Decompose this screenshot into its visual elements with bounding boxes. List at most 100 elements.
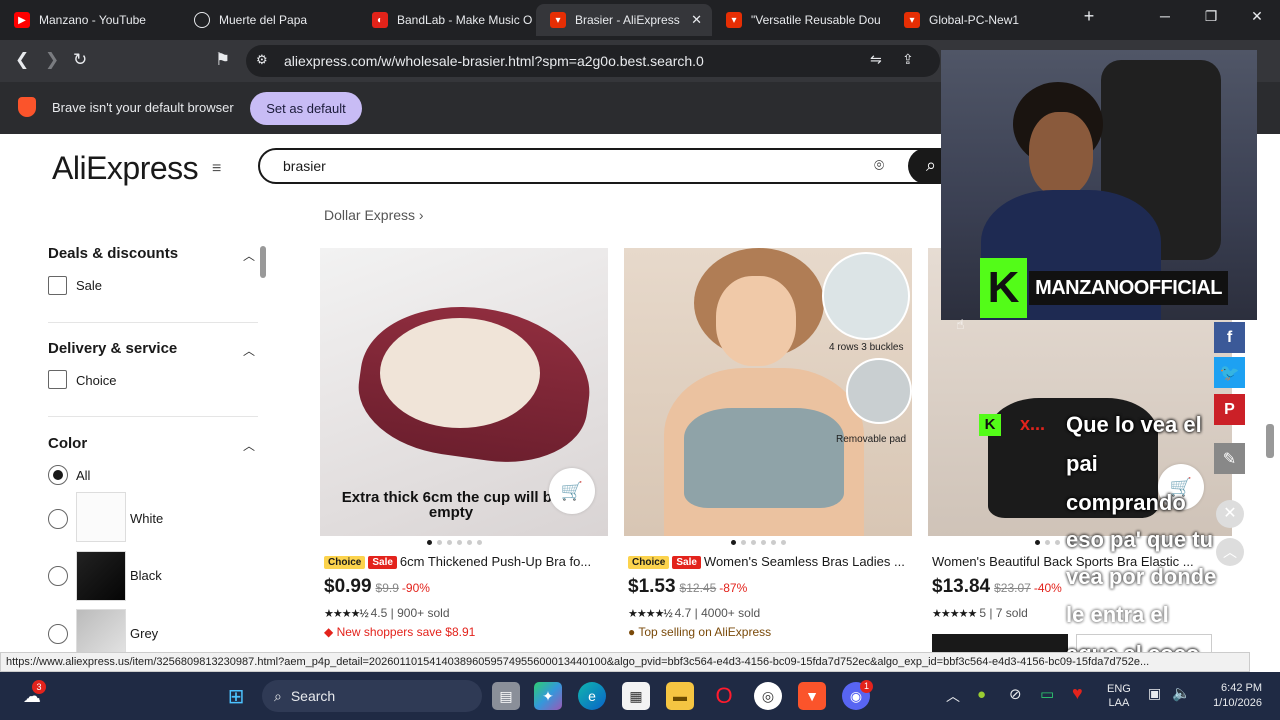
black-swatch[interactable] [76, 551, 126, 601]
color-white-radio[interactable] [48, 509, 68, 529]
grey-swatch[interactable] [76, 609, 126, 652]
chat-caption-line: vea por donde [1066, 564, 1217, 589]
volume-icon[interactable]: 🔈 [1172, 684, 1191, 702]
copilot-icon[interactable]: ✦ [534, 682, 562, 710]
file-explorer-widget-icon[interactable]: ▤ [492, 682, 520, 710]
tab-versatile-reusable[interactable]: ▾ "Versatile Reusable Dou [712, 4, 890, 36]
color-all-radio[interactable] [48, 465, 68, 485]
new-tab-icon[interactable]: + [1066, 6, 1112, 27]
menu-icon[interactable]: ≡ [212, 160, 221, 178]
twitter-icon[interactable]: 🐦 [1214, 357, 1245, 388]
sidebar-scrollbar[interactable] [260, 232, 268, 652]
add-to-cart-button[interactable] [932, 634, 1068, 652]
back-icon[interactable]: ❮ [15, 50, 29, 70]
reload-icon[interactable]: ↻ [73, 50, 87, 70]
back-to-top-icon[interactable]: ︿ [1216, 538, 1244, 566]
star-rating-icon: ★★★★½ [324, 608, 369, 620]
set-as-default-button[interactable]: Set as default [250, 92, 362, 125]
buckle-inset [822, 252, 910, 340]
tray-battery-icon[interactable]: ▭ [1040, 685, 1054, 703]
translate-off-icon[interactable]: ⇋ [870, 51, 882, 68]
sold-count: 900+ sold [397, 606, 450, 620]
chat-username: x... [1020, 414, 1046, 434]
edit-icon[interactable]: ✎ [1214, 443, 1245, 474]
search-input[interactable]: brasier ⌾ ⌕ [258, 148, 968, 184]
store-icon[interactable]: ▦ [622, 682, 650, 710]
chat-caption-line: pai [1066, 451, 1098, 476]
tab-muerte-del-papa[interactable]: Muerte del Papa [180, 4, 358, 36]
language-indicator[interactable]: ENG LAA [1107, 682, 1131, 710]
tray-network-off-icon[interactable]: ⊘ [1009, 685, 1022, 703]
facebook-icon[interactable]: f [1214, 322, 1245, 353]
breadcrumb[interactable]: Dollar Express › [324, 207, 424, 223]
tray-heart-icon[interactable]: ♥ [1072, 683, 1083, 704]
forward-icon[interactable]: ❯ [45, 50, 59, 70]
tab-label: BandLab - Make Music O [397, 13, 533, 27]
brave-icon[interactable]: ▼ [798, 682, 826, 710]
close-float-icon[interactable]: ✕ [1216, 500, 1244, 528]
close-window-icon[interactable]: ✕ [1234, 8, 1280, 25]
tab-manzano-youtube[interactable]: ▶ Manzano - YouTube [0, 4, 180, 36]
minimize-icon[interactable]: ─ [1142, 8, 1188, 24]
tab-global-pc[interactable]: ▾ Global-PC-New1 [890, 4, 1068, 36]
kick-logo-icon: K [980, 258, 1028, 318]
site-info-icon[interactable]: ⚙ [256, 52, 268, 68]
rating-value: 4.7 [674, 606, 692, 620]
filter-deals-heading[interactable]: Deals & discounts [48, 245, 178, 262]
page-scrollbar-thumb[interactable] [1266, 424, 1274, 458]
cup-shape [380, 318, 540, 428]
tray-app-icon[interactable]: ● [977, 686, 986, 703]
product-title[interactable]: Choice Sale Women's Seamless Bras Ladies .… [628, 554, 913, 569]
discord-badge: 1 [860, 680, 873, 693]
sold-count: 7 sold [995, 606, 1028, 620]
restore-icon[interactable]: ❐ [1188, 8, 1234, 25]
channel-name: MANZANOOFFICIAL [1029, 271, 1228, 305]
windows-start-icon[interactable]: ⊞ [222, 682, 250, 710]
clock[interactable]: 6:42 PM 1/10/2026 [1200, 681, 1262, 711]
weather-badge: 3 [32, 680, 46, 694]
color-grey-radio[interactable] [48, 624, 68, 644]
opera-icon[interactable]: O [710, 682, 738, 710]
breadcrumb-link[interactable]: Dollar Express [324, 207, 415, 223]
share-icon[interactable]: ⇪ [902, 51, 914, 68]
product-title[interactable]: Choice Sale 6cm Thickened Push-Up Bra fo..… [324, 554, 609, 569]
tab-bandlab[interactable]: ◐ BandLab - Make Music O [358, 4, 536, 36]
add-to-cart-icon[interactable]: 🛒 [549, 468, 595, 514]
tray-chevron-icon[interactable]: ︿ [946, 686, 960, 706]
folder-icon[interactable]: ▬ [666, 682, 694, 710]
product-price: $13.84 $23.07 -40% [932, 576, 1062, 598]
white-swatch[interactable] [76, 492, 126, 542]
bookmark-icon[interactable]: ⚑ [215, 50, 230, 70]
choice-checkbox[interactable] [48, 370, 67, 389]
chevron-up-icon[interactable]: ︿ [243, 437, 255, 454]
image-search-icon[interactable]: ⌾ [874, 156, 884, 176]
chrome-like-icon[interactable]: ◎ [754, 682, 782, 710]
face-shape [716, 276, 796, 366]
network-icon[interactable]: ▣ [1148, 685, 1161, 702]
color-grey-label: Grey [130, 626, 159, 641]
address-bar[interactable]: ⚙ aliexpress.com/w/wholesale-brasier.htm… [246, 45, 940, 77]
color-black-label: Black [130, 568, 162, 583]
close-tab-icon[interactable]: ✕ [691, 12, 702, 28]
chevron-up-icon[interactable]: ︿ [243, 247, 255, 264]
filter-color-heading[interactable]: Color [48, 435, 87, 452]
tab-brasier-aliexpress[interactable]: ▾ Brasier - AliExpress ✕ [536, 4, 712, 36]
product-title-text: 6cm Thickened Push-Up Bra fo... [399, 554, 592, 569]
search-value: brasier [283, 158, 326, 174]
sale-checkbox[interactable] [48, 276, 67, 295]
filter-delivery-heading[interactable]: Delivery & service [48, 340, 177, 357]
price-current: $0.99 [324, 576, 372, 597]
price-original: $12.45 [679, 581, 717, 595]
aliexpress-logo[interactable]: AliExpress [52, 150, 199, 187]
product-rating: ★★★★½ 4.5 | 900+ sold [324, 606, 450, 620]
brave-lion-icon [18, 97, 36, 117]
color-black-radio[interactable] [48, 566, 68, 586]
product-image[interactable]: 4 rows 3 buckles Removable pad [624, 248, 912, 536]
scrollbar-thumb[interactable] [260, 246, 266, 278]
pinterest-icon[interactable]: P [1214, 394, 1245, 425]
chevron-up-icon[interactable]: ︿ [243, 342, 255, 359]
infobar-message: Brave isn't your default browser [52, 100, 234, 115]
chat-caption-line: le entra el [1066, 602, 1169, 627]
edge-icon[interactable]: e [578, 682, 606, 710]
taskbar-search[interactable]: ⌕ Search [262, 680, 482, 712]
